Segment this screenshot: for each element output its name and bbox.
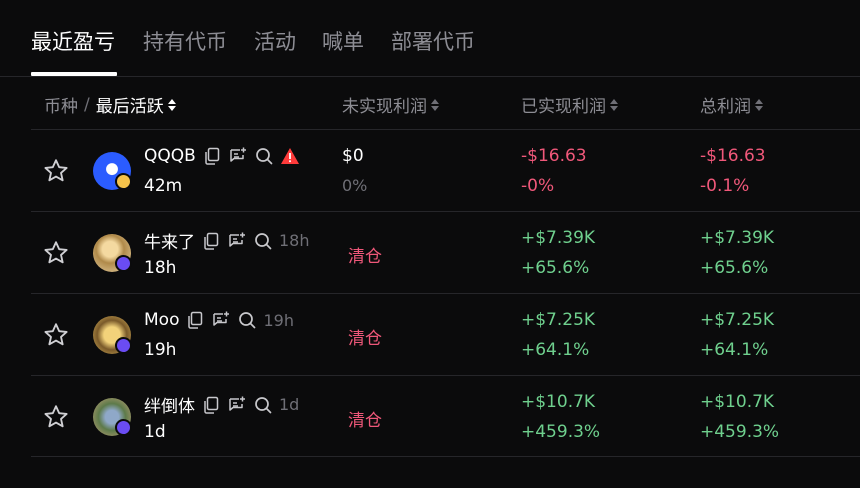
- table-row[interactable]: Moo 19h 19h 清仓 +$7.25K +64.1% +$7.25K +6…: [31, 293, 860, 375]
- avatar[interactable]: [93, 316, 132, 354]
- search-icon[interactable]: [253, 231, 273, 251]
- last-active-time: 18h: [144, 258, 177, 278]
- copy-icon[interactable]: [201, 395, 221, 415]
- chain-badge-icon: [115, 419, 132, 436]
- active-tab-indicator: [31, 72, 117, 76]
- last-active-time: 42m: [144, 176, 183, 196]
- total-value: +$10.7K: [700, 392, 775, 412]
- chain-badge-icon: [115, 337, 132, 354]
- post-note-icon[interactable]: [227, 395, 247, 415]
- search-icon[interactable]: [254, 146, 274, 166]
- copy-icon[interactable]: [185, 310, 205, 330]
- table-row[interactable]: QQQB 42m $0 0% -$16.63 -0% -$16.63 -0.1%: [31, 129, 860, 211]
- token-name[interactable]: QQQB: [144, 146, 196, 166]
- unrealized-value: $0: [342, 146, 364, 166]
- column-header-coin[interactable]: 币种 / 最后活跃: [44, 92, 176, 117]
- token-name-line: Moo 19h: [144, 310, 294, 330]
- cleared-position-label: 清仓: [348, 247, 382, 267]
- header-total-label: 总利润: [700, 97, 751, 117]
- last-active-inline: 18h: [279, 231, 310, 250]
- search-icon[interactable]: [253, 395, 273, 415]
- token-name[interactable]: 牛来了: [144, 228, 195, 253]
- cleared-position-label: 清仓: [348, 411, 382, 431]
- star-icon[interactable]: [42, 403, 70, 431]
- header-recent-label[interactable]: 最后活跃: [96, 92, 164, 117]
- last-active-time: 19h: [144, 340, 177, 360]
- tab-activity[interactable]: 活动: [254, 26, 296, 56]
- sort-icon[interactable]: [754, 98, 763, 112]
- column-header-realized[interactable]: 已实现利润: [521, 92, 618, 117]
- copy-icon[interactable]: [202, 146, 222, 166]
- avatar[interactable]: [93, 234, 132, 272]
- realized-value: +$7.25K: [521, 310, 596, 330]
- star-icon[interactable]: [42, 239, 70, 267]
- total-percent: -0.1%: [700, 176, 750, 196]
- table-row[interactable]: 牛来了 18h 18h 清仓 +$7.39K +65.6% +$7.39K +6…: [31, 211, 860, 293]
- chain-badge-icon: [115, 173, 132, 190]
- post-note-icon[interactable]: [227, 231, 247, 251]
- token-name-line: 牛来了 18h: [144, 228, 310, 253]
- header-unrealized-label: 未实现利润: [342, 97, 427, 117]
- cleared-position-label: 清仓: [348, 329, 382, 349]
- token-name-line: QQQB: [144, 146, 300, 166]
- last-active-inline: 19h: [263, 310, 294, 330]
- realized-value: +$7.39K: [521, 228, 596, 248]
- total-value: -$16.63: [700, 146, 766, 166]
- copy-icon[interactable]: [201, 231, 221, 251]
- last-active-time: 1d: [144, 422, 166, 442]
- realized-percent: +64.1%: [521, 340, 590, 360]
- sort-icon[interactable]: [430, 98, 439, 112]
- realized-value: +$10.7K: [521, 392, 596, 412]
- total-value: +$7.39K: [700, 228, 775, 248]
- tab-deployed-tokens[interactable]: 部署代币: [391, 26, 475, 56]
- star-icon[interactable]: [42, 157, 70, 185]
- header-realized-label: 已实现利润: [521, 97, 606, 117]
- last-active-inline: 1d: [279, 395, 300, 414]
- warning-icon[interactable]: [280, 146, 300, 166]
- token-name-line: 绊倒体 1d: [144, 392, 299, 417]
- unrealized-percent: 0%: [342, 176, 368, 195]
- tab-calls[interactable]: 喊单: [322, 26, 364, 56]
- tab-holdings[interactable]: 持有代币: [143, 26, 227, 56]
- token-name[interactable]: 绊倒体: [144, 392, 195, 417]
- search-icon[interactable]: [237, 310, 257, 330]
- total-percent: +459.3%: [700, 422, 780, 442]
- tab-recent-pnl[interactable]: 最近盈亏: [31, 26, 115, 56]
- column-header-unrealized[interactable]: 未实现利润: [342, 92, 439, 117]
- column-header-total[interactable]: 总利润: [700, 92, 763, 117]
- chain-badge-icon: [115, 255, 132, 272]
- avatar[interactable]: [93, 152, 132, 190]
- star-icon[interactable]: [42, 321, 70, 349]
- avatar[interactable]: [93, 398, 132, 436]
- realized-percent: +65.6%: [521, 258, 590, 278]
- sort-icon[interactable]: [609, 98, 618, 112]
- header-separator: /: [84, 94, 90, 115]
- total-percent: +65.6%: [700, 258, 769, 278]
- realized-value: -$16.63: [521, 146, 587, 166]
- sort-icon[interactable]: [167, 98, 176, 112]
- realized-percent: -0%: [521, 176, 555, 196]
- post-note-icon[interactable]: [211, 310, 231, 330]
- token-name[interactable]: Moo: [144, 310, 179, 330]
- header-coin-label: 币种: [44, 97, 78, 117]
- total-percent: +64.1%: [700, 340, 769, 360]
- total-value: +$7.25K: [700, 310, 775, 330]
- table-row[interactable]: 绊倒体 1d 1d 清仓 +$10.7K +459.3% +$10.7K +45…: [31, 375, 860, 457]
- tab-bar: 最近盈亏 持有代币 活动 喊单 部署代币: [0, 0, 860, 77]
- realized-percent: +459.3%: [521, 422, 601, 442]
- post-note-icon[interactable]: [228, 146, 248, 166]
